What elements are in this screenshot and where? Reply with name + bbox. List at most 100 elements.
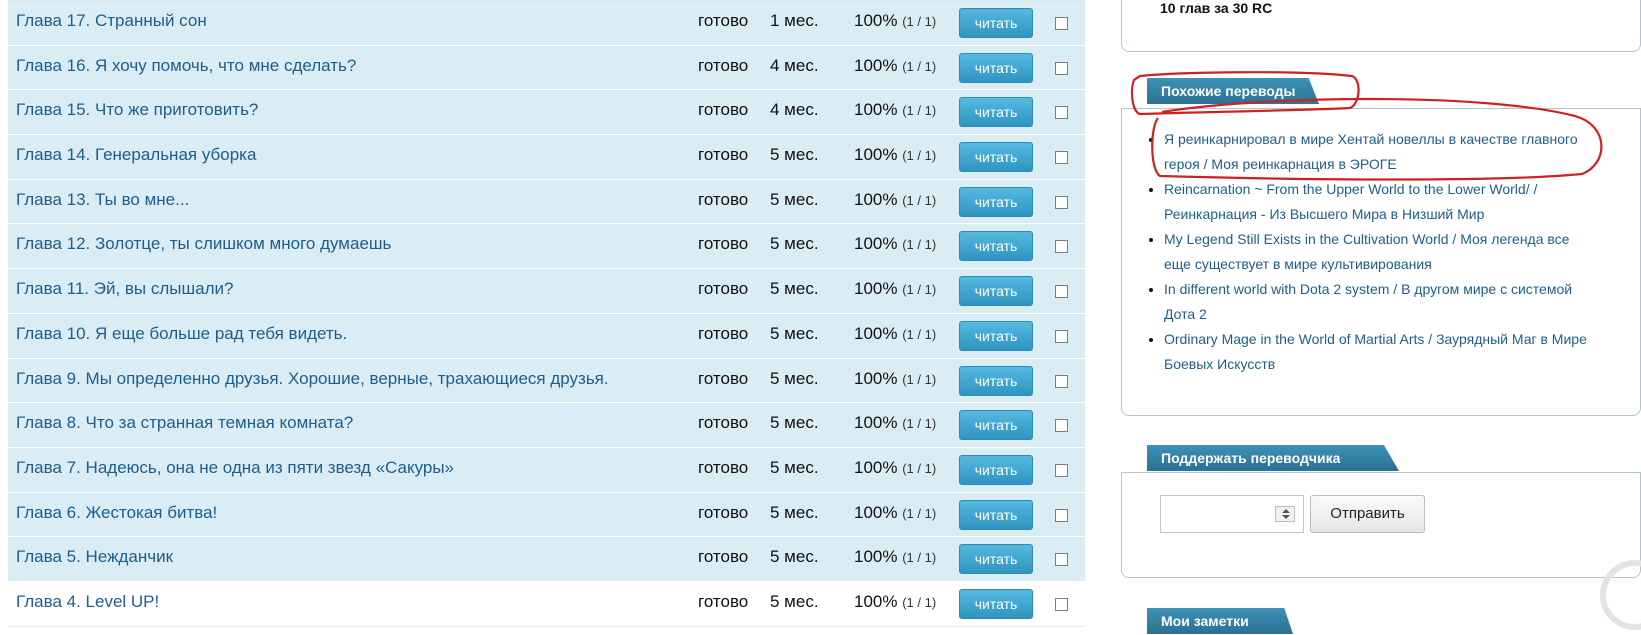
chapter-checkbox[interactable] <box>1055 61 1068 75</box>
read-button[interactable]: читать <box>959 97 1033 128</box>
read-button[interactable]: читать <box>959 276 1033 307</box>
chapter-status: готово <box>698 368 749 388</box>
read-button[interactable]: читать <box>959 544 1033 575</box>
read-button[interactable]: читать <box>959 320 1033 351</box>
support-translator-header: Поддержать переводчика <box>1147 445 1399 471</box>
chapter-progress: 100% (1 / 1) <box>854 279 936 299</box>
chapter-checkbox[interactable] <box>1055 463 1068 477</box>
chapter-checkbox[interactable] <box>1055 419 1068 433</box>
chapter-status: готово <box>698 547 749 567</box>
chapter-status: готово <box>698 591 749 611</box>
chapter-checkbox[interactable] <box>1055 553 1068 567</box>
chapter-title-link[interactable]: Глава 8. Что за странная темная комната? <box>16 413 353 433</box>
chapter-percent: 100% <box>854 189 898 209</box>
read-button[interactable]: читать <box>959 365 1033 396</box>
chapter-checkbox[interactable] <box>1055 285 1068 299</box>
chapter-row: Глава 17. Странный сон готово 1 мес. 100% (… <box>8 1 1085 46</box>
chapter-checkbox[interactable] <box>1055 374 1068 388</box>
similar-translation-link[interactable]: Ordinary Mage in the World of Martial Ar… <box>1164 327 1587 377</box>
chapter-row: Глава 8. Что за странная темная комната?… <box>8 403 1085 448</box>
chapter-age: 1 мес. <box>770 11 819 30</box>
chapter-percent: 100% <box>854 234 898 254</box>
chapter-pages: (1 / 1) <box>902 148 937 164</box>
read-button[interactable]: читать <box>959 142 1033 173</box>
chapter-age: 5 мес. <box>770 457 819 477</box>
chapter-progress: 100% (1 / 1) <box>854 503 936 523</box>
chapter-title-link[interactable]: Глава 14. Генеральная уборка <box>16 145 256 165</box>
chapter-progress: 100% (1 / 1) <box>854 458 936 478</box>
chapter-title-link[interactable]: Глава 13. Ты во мне... <box>16 190 189 210</box>
chapter-percent: 100% <box>854 145 898 165</box>
read-button[interactable]: читать <box>959 52 1033 83</box>
my-notes-header: Мои заметки <box>1147 608 1293 634</box>
chapter-status: готово <box>698 11 749 30</box>
chapter-progress: 100% (1 / 1) <box>854 592 936 612</box>
chapter-title-link[interactable]: Глава 11. Эй, вы слышали? <box>16 279 233 299</box>
chapter-title-link[interactable]: Глава 7. Надеюсь, она не одна из пяти зв… <box>16 458 454 478</box>
read-button[interactable]: читать <box>959 499 1033 530</box>
read-button[interactable]: читать <box>959 8 1033 38</box>
read-button[interactable]: читать <box>959 231 1033 262</box>
similar-translation-link[interactable]: Я реинкарнировал в мире Хентай новеллы в… <box>1164 127 1587 177</box>
chapter-pages: (1 / 1) <box>902 550 937 566</box>
chapter-checkbox[interactable] <box>1055 240 1068 254</box>
chapter-title-link[interactable]: Глава 9. Мы определенно друзья. Хорошие,… <box>16 369 609 389</box>
read-button[interactable]: читать <box>959 588 1033 619</box>
chapter-title-link[interactable]: Глава 15. Что же приготовить? <box>16 100 258 120</box>
chapter-title-link[interactable]: Глава 16. Я хочу помочь, что мне сделать… <box>16 56 356 76</box>
chapter-status: готово <box>698 457 749 477</box>
chapter-age: 5 мес. <box>770 591 819 611</box>
chapter-progress: 100% (1 / 1) <box>854 190 936 210</box>
chapter-checkbox[interactable] <box>1055 151 1068 165</box>
chapter-progress: 100% (1 / 1) <box>854 100 936 120</box>
chapter-percent: 100% <box>854 100 898 120</box>
chapter-checkbox[interactable] <box>1055 195 1068 209</box>
chapter-status: готово <box>698 502 749 522</box>
chapter-status: готово <box>698 323 749 343</box>
chapter-title-link[interactable]: Глава 10. Я еще больше рад тебя видеть. <box>16 324 347 344</box>
chapter-pages: (1 / 1) <box>902 282 937 298</box>
chapter-percent: 100% <box>854 457 898 477</box>
chapter-checkbox[interactable] <box>1055 106 1068 120</box>
number-spinner-icon[interactable] <box>1275 506 1295 522</box>
chapter-title-link[interactable]: Глава 5. Нежданчик <box>16 547 173 567</box>
send-button[interactable]: Отправить <box>1310 495 1425 533</box>
chapter-title-link[interactable]: Глава 17. Странный сон <box>16 11 207 31</box>
chapter-percent: 100% <box>854 502 898 522</box>
chapter-row: Глава 6. Жестокая битва! готово 5 мес. 100%… <box>8 492 1085 538</box>
read-button[interactable]: читать <box>959 186 1033 217</box>
similar-translations-list: Я реинкарнировал в мире Хентай новеллы в… <box>1147 127 1587 377</box>
chapter-progress: 100% (1 / 1) <box>854 413 936 433</box>
donation-amount-input[interactable] <box>1160 495 1304 533</box>
chapter-row: Глава 5. Нежданчик готово 5 мес. 100% (1 / … <box>8 537 1085 582</box>
chapter-percent: 100% <box>854 413 898 433</box>
chapter-progress: 100% (1 / 1) <box>854 11 936 31</box>
chapter-row: Глава 12. Золотце, ты слишком много дума… <box>8 224 1085 270</box>
chapter-row: Глава 9. Мы определенно друзья. Хорошие,… <box>8 358 1085 404</box>
chapter-pages: (1 / 1) <box>902 594 937 610</box>
chapter-title-link[interactable]: Глава 4. Level UP! <box>16 592 159 612</box>
similar-translation-link[interactable]: In different world with Dota 2 system / … <box>1164 277 1587 327</box>
bonus-text: 10 глав за 30 RC <box>1160 0 1273 16</box>
similar-translation-link[interactable]: Reincarnation ~ From the Upper World to … <box>1164 177 1587 227</box>
chapter-age: 5 мес. <box>770 413 819 433</box>
chapter-checkbox[interactable] <box>1055 508 1068 522</box>
chapter-title-link[interactable]: Глава 12. Золотце, ты слишком много дума… <box>16 234 391 254</box>
chapter-pages: (1 / 1) <box>902 14 937 29</box>
chapter-checkbox[interactable] <box>1055 17 1068 30</box>
bonus-panel: 10 глав за 30 RC <box>1121 0 1641 52</box>
chapter-checkbox[interactable] <box>1055 329 1068 343</box>
chapter-status: готово <box>698 55 749 75</box>
chapter-row: Глава 15. Что же приготовить? готово 4 мес… <box>8 90 1085 136</box>
chapter-title-link[interactable]: Глава 6. Жестокая битва! <box>16 503 217 523</box>
read-button[interactable]: читать <box>959 454 1033 485</box>
chapter-row: Глава 11. Эй, вы слышали? готово 5 мес. 100… <box>8 269 1085 314</box>
similar-translations-header: Похожие переводы <box>1147 78 1319 104</box>
chapter-checkbox[interactable] <box>1055 597 1068 611</box>
chapter-row: Глава 13. Ты во мне... готово 5 мес. 100% (… <box>8 179 1085 225</box>
similar-translations-panel: Я реинкарнировал в мире Хентай новеллы в… <box>1121 108 1641 416</box>
read-button[interactable]: читать <box>959 410 1033 441</box>
chapter-status: готово <box>698 413 749 433</box>
chapter-row: Глава 14. Генеральная уборка готово 5 мес.… <box>8 135 1085 180</box>
similar-translation-link[interactable]: My Legend Still Exists in the Cultivatio… <box>1164 227 1587 277</box>
